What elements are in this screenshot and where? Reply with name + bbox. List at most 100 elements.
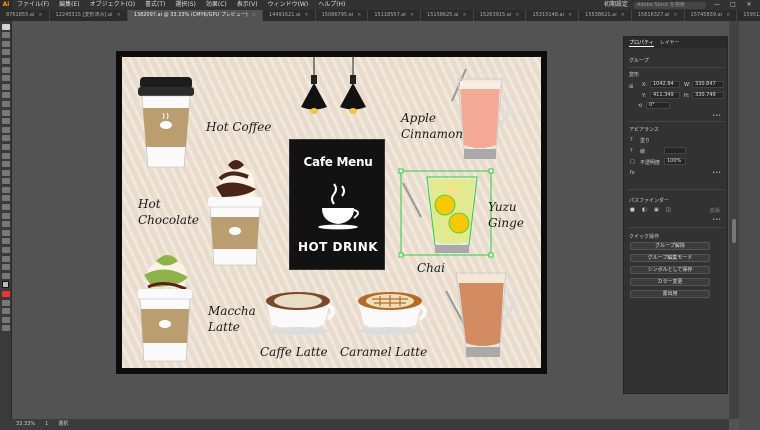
document-tab[interactable]: 15616327.ai × <box>632 10 685 21</box>
document-tab[interactable]: 15086795.ai × <box>316 10 369 21</box>
ungroup-button[interactable]: グループ解除 <box>630 242 710 250</box>
symbol-sprayer-tool-icon[interactable] <box>2 221 10 228</box>
close-tab-icon[interactable]: × <box>726 12 730 18</box>
fill-stroke-icon[interactable] <box>2 281 9 289</box>
lasso-tool-icon[interactable] <box>2 49 10 56</box>
vertical-scrollbar[interactable] <box>729 21 739 419</box>
document-tab[interactable]: 15118557.ai × <box>368 10 422 21</box>
angle-field[interactable]: 0° <box>646 102 670 109</box>
close-tab-icon[interactable]: × <box>357 12 361 18</box>
gradient-tool-icon[interactable] <box>2 195 10 202</box>
artboard-number[interactable]: 1 <box>45 419 48 430</box>
screen-mode-icon[interactable] <box>2 308 10 315</box>
menu-select[interactable]: 選択(S) <box>170 0 201 10</box>
shape-builder-tool-icon[interactable] <box>2 169 10 176</box>
mesh-tool-icon[interactable] <box>2 186 10 193</box>
close-tab-icon[interactable]: × <box>621 12 625 18</box>
column-graph-tool-icon[interactable] <box>2 229 10 236</box>
width-tool-icon[interactable] <box>2 152 10 159</box>
more-options-icon[interactable]: ••• <box>712 170 721 176</box>
close-tab-icon[interactable]: × <box>568 12 572 18</box>
zoom-tool-icon[interactable] <box>2 264 10 271</box>
swap-colors-icon[interactable] <box>2 272 10 279</box>
document-tab[interactable]: 15263915.ai × <box>474 10 527 21</box>
zoom-level[interactable]: 33.33% <box>16 419 35 430</box>
scale-tool-icon[interactable] <box>2 143 10 150</box>
curvature-tool-icon[interactable] <box>2 66 10 73</box>
x-field[interactable]: 1042.84 <box>650 81 680 88</box>
menu-object[interactable]: オブジェクト(O) <box>85 0 140 10</box>
blend-tool-icon[interactable] <box>2 212 10 219</box>
line-tool-icon[interactable] <box>2 83 10 90</box>
rectangle-tool-icon[interactable] <box>2 92 10 99</box>
document-tab[interactable]: 8761855.ai × <box>0 10 50 21</box>
stock-search-input[interactable]: Adobe Stock を検索 <box>634 1 706 9</box>
edit-toolbar-icon[interactable] <box>2 316 10 323</box>
menu-edit[interactable]: 編集(E) <box>54 0 84 10</box>
stroke-swatch-icon[interactable]: ? <box>630 148 633 154</box>
menu-help[interactable]: ヘルプ(H) <box>313 0 350 10</box>
close-tab-icon[interactable]: × <box>673 12 677 18</box>
more-options-icon[interactable]: ••• <box>712 217 721 223</box>
eyedropper-tool-icon[interactable] <box>2 204 10 211</box>
pathfinder-intersect-icon[interactable]: ▣ <box>654 207 659 213</box>
close-window-button[interactable]: ✕ <box>744 0 754 10</box>
shaper-tool-icon[interactable] <box>2 109 10 116</box>
magic-wand-tool-icon[interactable] <box>2 40 10 47</box>
fill-swatch-icon[interactable]: ? <box>630 137 633 143</box>
recolor-button[interactable]: カラー変更 <box>630 278 710 286</box>
reference-point-icon[interactable]: ⊞ <box>629 84 633 90</box>
close-tab-icon[interactable]: × <box>38 12 42 18</box>
menu-file[interactable]: ファイル(F) <box>12 0 54 10</box>
pen-tool-icon[interactable] <box>2 57 10 64</box>
isolation-mode-button[interactable]: グループ編集モード <box>630 254 710 262</box>
w-field[interactable]: 330.847 <box>692 81 724 88</box>
pathfinder-unite-icon[interactable]: ■ <box>630 207 635 213</box>
document-tab[interactable]: 15745839.ai × <box>685 10 738 21</box>
artboard-tool-icon[interactable] <box>2 238 10 245</box>
type-tool-icon[interactable] <box>2 75 10 82</box>
tab-properties[interactable]: プロパティ <box>629 39 654 47</box>
horizontal-scrollbar[interactable] <box>620 419 729 430</box>
pencil-tool-icon[interactable] <box>2 118 10 125</box>
close-tab-icon[interactable]: × <box>117 12 121 18</box>
draw-mode-icon[interactable] <box>2 299 10 306</box>
close-tab-icon[interactable]: × <box>410 12 414 18</box>
menu-window[interactable]: ウィンドウ(W) <box>263 0 314 10</box>
free-transform-tool-icon[interactable] <box>2 161 10 168</box>
scroll-thumb[interactable] <box>732 219 736 243</box>
expand-button[interactable]: 拡張 <box>710 207 720 214</box>
fx-button[interactable]: fx <box>630 170 635 176</box>
color-mode-icon[interactable] <box>2 291 10 297</box>
document-tab[interactable]: 1382097.ai @ 33.33% (CMYK/GPU プレビュー) × <box>127 10 263 21</box>
more-options-icon[interactable]: ••• <box>712 113 721 119</box>
stroke-weight-field[interactable] <box>664 147 686 154</box>
h-field[interactable]: 330.749 <box>692 92 724 99</box>
close-tab-icon[interactable]: × <box>463 12 467 18</box>
workspace-switcher[interactable]: 初期設定 <box>604 0 628 10</box>
document-tab[interactable]: 15951210.ai× <box>737 10 760 21</box>
document-tab[interactable]: 15315148.ai × <box>526 10 580 21</box>
hand-tool-icon[interactable] <box>2 255 10 262</box>
close-tab-icon[interactable]: × <box>304 12 308 18</box>
close-tab-icon[interactable]: × <box>515 12 519 18</box>
menu-effect[interactable]: 効果(C) <box>201 0 232 10</box>
document-tab[interactable]: 12245315 [変形済み].ai × <box>50 10 128 21</box>
perspective-tool-icon[interactable] <box>2 178 10 185</box>
maximize-button[interactable]: □ <box>728 0 738 10</box>
document-tab[interactable]: 14491621.ai × <box>263 10 316 21</box>
document-tab[interactable]: 15158625.ai × <box>421 10 474 21</box>
pathfinder-minus-icon[interactable]: ◧ <box>642 207 647 213</box>
tab-layers[interactable]: レイヤー <box>660 39 680 46</box>
pathfinder-exclude-icon[interactable]: ◫ <box>666 207 671 213</box>
save-as-symbol-button[interactable]: シンボルとして保存 <box>630 266 710 274</box>
document-tab[interactable]: 15538621.ai × <box>579 10 632 21</box>
minimize-button[interactable]: — <box>712 0 722 10</box>
close-tab-icon[interactable]: × <box>252 12 256 18</box>
selection-tool-icon[interactable] <box>2 23 10 30</box>
paintbrush-tool-icon[interactable] <box>2 100 10 107</box>
menu-view[interactable]: 表示(V) <box>232 0 263 10</box>
slice-tool-icon[interactable] <box>2 247 10 254</box>
rotate-tool-icon[interactable] <box>2 135 10 142</box>
export-button[interactable]: 書出用 <box>630 290 710 298</box>
